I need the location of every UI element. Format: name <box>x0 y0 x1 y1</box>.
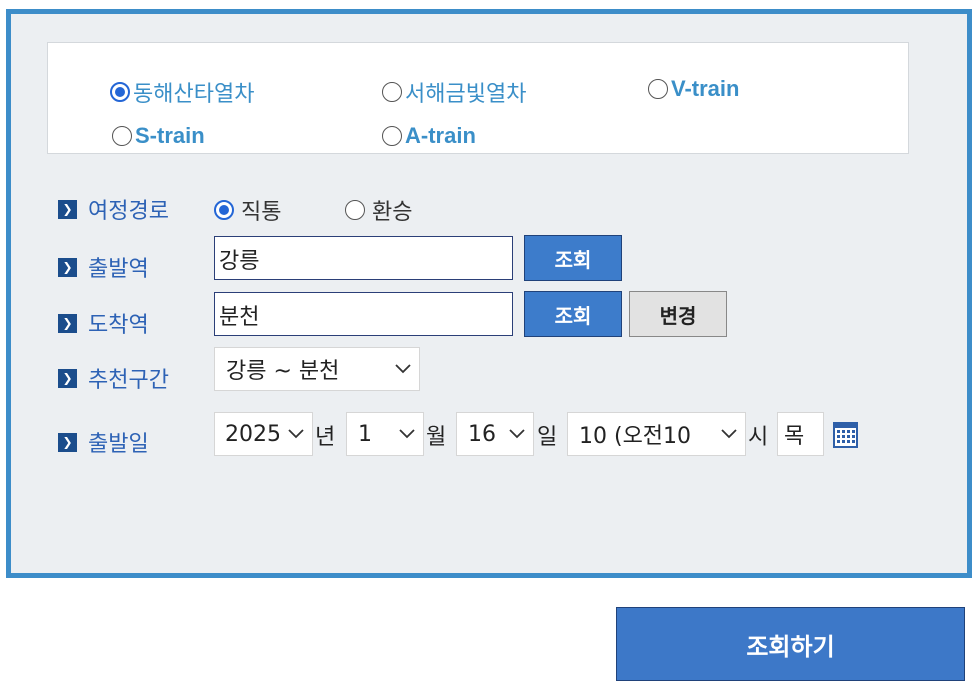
chevron-right-icon: ❯ <box>58 368 77 388</box>
date-label: ❯ 출발일 <box>58 426 149 458</box>
train-option-label: 동해산타열차 <box>133 82 255 107</box>
route-option-direct[interactable]: 직통 <box>214 194 281 226</box>
hour-select[interactable]: 10 (오전10 <box>567 412 746 456</box>
chevron-right-icon: ❯ <box>58 432 77 452</box>
radio-icon[interactable] <box>382 82 402 102</box>
train-option-donghae[interactable]: 동해산타열차 <box>110 76 254 108</box>
arrival-station-input[interactable]: 분천 <box>214 292 513 336</box>
day-value: 16 <box>468 421 496 447</box>
train-option-vtrain[interactable]: V-train <box>648 76 739 102</box>
route-option-label: 직통 <box>241 200 282 225</box>
year-value: 2025 <box>225 421 279 447</box>
recommended-route-value: 강릉 ~ 분천 <box>226 359 340 384</box>
swap-stations-button[interactable]: 변경 <box>629 291 727 337</box>
radio-icon[interactable] <box>112 126 132 146</box>
recommended-label: ❯ 추천구간 <box>58 362 169 394</box>
year-unit: 년 <box>315 425 336 450</box>
route-option-transfer[interactable]: 환승 <box>345 194 412 226</box>
chevron-down-icon <box>288 429 304 439</box>
departure-label-text: 출발역 <box>88 257 149 282</box>
chevron-right-icon: ❯ <box>58 257 77 277</box>
chevron-right-icon: ❯ <box>58 313 77 333</box>
arrival-label: ❯ 도착역 <box>58 307 149 339</box>
chevron-down-icon <box>395 364 411 374</box>
date-label-text: 출발일 <box>88 432 149 457</box>
radio-icon[interactable] <box>648 79 668 99</box>
hour-value: 10 (오전10 <box>579 424 692 449</box>
chevron-down-icon <box>721 429 737 439</box>
radio-icon[interactable] <box>345 200 365 220</box>
weekday-field: 목 <box>777 412 824 456</box>
chevron-down-icon <box>399 429 415 439</box>
recommended-route-select[interactable]: 강릉 ~ 분천 <box>214 347 420 391</box>
chevron-right-icon: ❯ <box>58 199 77 219</box>
radio-checked-icon[interactable] <box>110 82 130 102</box>
train-option-label: 서해금빛열차 <box>405 82 527 107</box>
train-option-label: S-train <box>135 123 205 148</box>
month-value: 1 <box>358 421 372 447</box>
search-submit-button[interactable]: 조회하기 <box>616 607 965 681</box>
arrival-search-button[interactable]: 조회 <box>524 291 622 337</box>
train-option-label: V-train <box>671 76 740 101</box>
route-label-text: 여정경로 <box>88 199 169 224</box>
hour-unit: 시 <box>748 425 769 450</box>
day-unit: 일 <box>537 425 558 450</box>
train-option-seohae[interactable]: 서해금빛열차 <box>382 76 526 108</box>
day-select[interactable]: 16 <box>456 412 534 456</box>
year-select[interactable]: 2025 <box>214 412 313 456</box>
departure-station-input[interactable]: 강릉 <box>214 236 513 280</box>
train-option-label: A-train <box>405 123 476 148</box>
calendar-icon[interactable] <box>833 420 858 448</box>
train-option-strain[interactable]: S-train <box>112 123 205 149</box>
departure-search-button[interactable]: 조회 <box>524 235 622 281</box>
month-select[interactable]: 1 <box>346 412 424 456</box>
chevron-down-icon <box>509 429 525 439</box>
recommended-label-text: 추천구간 <box>88 368 169 393</box>
month-unit: 월 <box>426 425 447 450</box>
route-option-label: 환승 <box>372 200 413 225</box>
radio-checked-icon[interactable] <box>214 200 234 220</box>
train-option-atrain[interactable]: A-train <box>382 123 476 149</box>
route-label: ❯ 여정경로 <box>58 193 169 225</box>
radio-icon[interactable] <box>382 126 402 146</box>
departure-label: ❯ 출발역 <box>58 251 149 283</box>
arrival-label-text: 도착역 <box>88 313 149 338</box>
